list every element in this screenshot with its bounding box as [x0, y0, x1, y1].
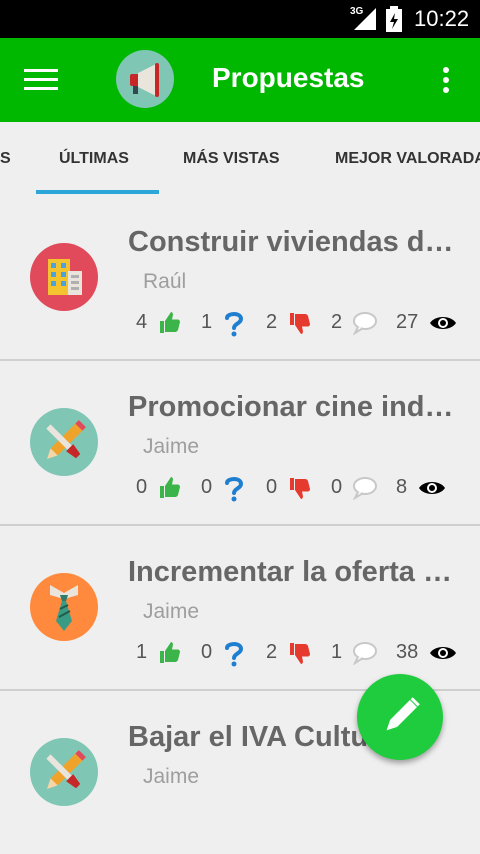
views-count: 8: [396, 476, 408, 498]
tab-indicator: [36, 190, 159, 194]
proposal-item[interactable]: Incrementar la oferta d… Jaime 1 0 2 1 3…: [0, 526, 480, 691]
status-bar: 3G 10:22: [0, 0, 480, 38]
comment-bubble-icon: [352, 477, 377, 500]
proposal-avatar: [30, 738, 98, 806]
clock: 10:22: [414, 6, 470, 31]
thumbs-down-icon: [290, 643, 310, 664]
doubts-count: 0: [201, 641, 213, 663]
tab-bar: S ÚLTIMAS MÁS VISTAS MEJOR VALORADAS: [0, 122, 480, 196]
signal-icon: [354, 8, 376, 30]
question-icon: [225, 477, 244, 502]
dislikes-count: 0: [266, 476, 278, 498]
proposal-avatar: [30, 573, 98, 641]
proposal-avatar: [30, 243, 98, 311]
thumbs-up-icon: [160, 642, 180, 663]
question-icon: [225, 312, 244, 337]
proposal-title: Bajar el IVA Cultur: [128, 721, 378, 753]
doubts-count: 0: [201, 476, 213, 498]
more-vert-icon[interactable]: [436, 66, 456, 96]
likes-count: 0: [136, 476, 148, 498]
doubts-count: 1: [201, 311, 213, 333]
tab-mas-vistas[interactable]: MÁS VISTAS: [183, 150, 280, 168]
likes-count: 1: [136, 641, 148, 663]
new-proposal-button[interactable]: [357, 674, 443, 760]
comments-count: 2: [331, 311, 343, 333]
proposal-avatar: [30, 408, 98, 476]
battery-icon: [386, 6, 402, 32]
comments-count: 0: [331, 476, 343, 498]
page-title: Propuestas: [212, 62, 365, 93]
app-logo: [116, 50, 174, 108]
tab-ultimas[interactable]: ÚLTIMAS: [59, 150, 129, 168]
pencil-brush-icon: [46, 420, 86, 459]
eye-icon: [419, 482, 445, 494]
views-count: 38: [396, 641, 419, 663]
tab-mejor-valoradas[interactable]: MEJOR VALORADAS: [335, 150, 480, 168]
views-count: 27: [396, 311, 419, 333]
thumbs-up-icon: [160, 312, 180, 333]
eye-icon: [430, 317, 456, 329]
proposal-item[interactable]: Promocionar cine inde… Jaime 0 0 0 0 8: [0, 361, 480, 526]
proposal-title: Construir viviendas de…: [128, 226, 463, 258]
eye-icon: [430, 647, 456, 659]
pencil-icon: [386, 697, 420, 731]
dislikes-count: 2: [266, 311, 278, 333]
necktie-icon: [50, 585, 78, 631]
thumbs-up-icon: [160, 477, 180, 498]
thumbs-down-icon: [290, 478, 310, 499]
thumbs-down-icon: [290, 313, 310, 334]
question-icon: [225, 642, 244, 667]
proposal-author: Jaime: [143, 600, 200, 623]
proposal-item[interactable]: Construir viviendas de… Raúl 4 1 2 2 27: [0, 196, 480, 361]
hamburger-menu-icon[interactable]: [24, 68, 58, 92]
tab-previous[interactable]: S: [0, 150, 11, 168]
comment-bubble-icon: [352, 312, 377, 335]
megaphone-icon: [130, 63, 159, 97]
likes-count: 4: [136, 311, 148, 333]
app-bar: Propuestas: [0, 38, 480, 122]
building-icon: [48, 259, 82, 295]
pencil-brush-icon: [46, 750, 86, 789]
dislikes-count: 2: [266, 641, 278, 663]
comment-bubble-icon: [352, 642, 377, 665]
proposal-author: Raúl: [143, 270, 187, 293]
comments-count: 1: [331, 641, 343, 663]
proposal-author: Jaime: [143, 435, 200, 458]
proposal-author: Jaime: [143, 765, 200, 788]
proposal-title: Promocionar cine inde…: [128, 391, 463, 423]
proposal-title: Incrementar la oferta d…: [128, 556, 463, 588]
